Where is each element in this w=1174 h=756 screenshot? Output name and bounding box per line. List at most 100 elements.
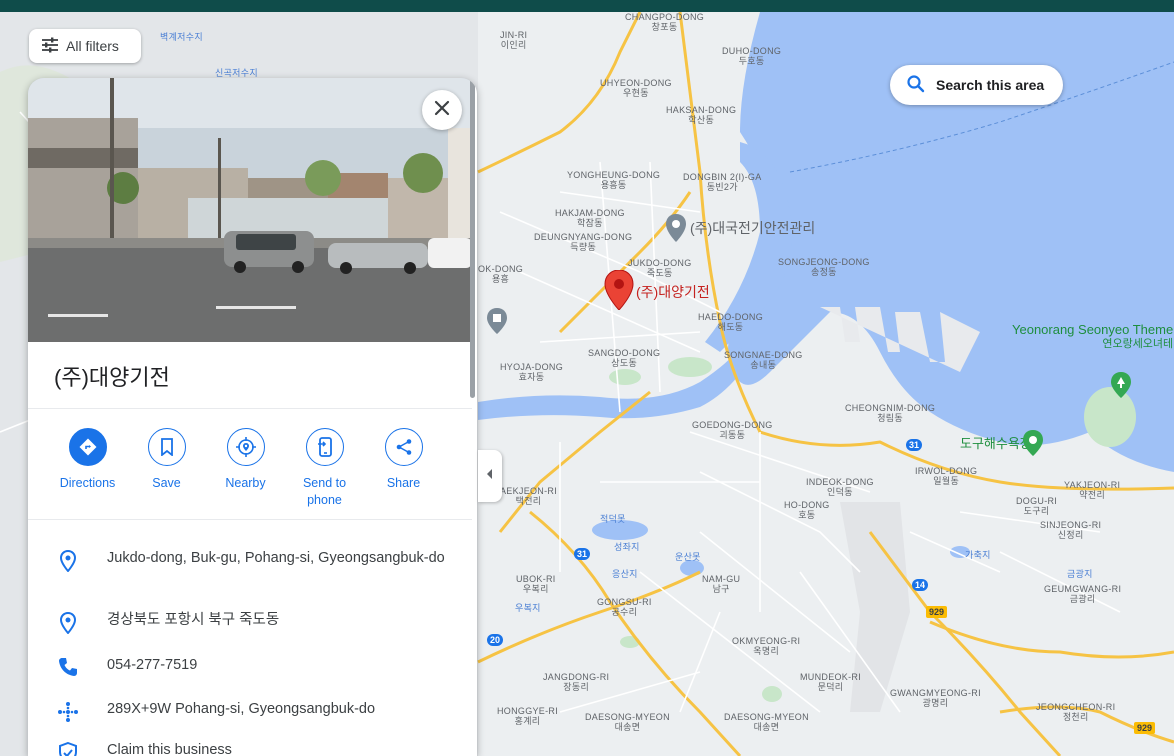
nearby-icon (226, 428, 265, 466)
map-label: 적덕못 (600, 514, 626, 524)
share-button[interactable]: Share (364, 428, 443, 509)
map-label: UHYEON-DONG 우현동 (600, 78, 672, 98)
map-label: CHANGPO-DONG 창포동 (625, 12, 705, 32)
map-label: HAKSAN-DONG 학산동 (666, 105, 737, 125)
send-to-phone-label: Send to phone (302, 476, 347, 507)
map-label: YONGHEUNG-DONG 용흥동 (567, 170, 661, 190)
panel-scrollbar[interactable] (470, 78, 475, 398)
search-icon (906, 74, 926, 97)
map-label: DOGU-RI 도구리 (1016, 496, 1058, 516)
search-this-area-label: Search this area (936, 77, 1045, 93)
map-label: 우복지 (515, 603, 541, 613)
close-icon (434, 100, 450, 121)
map-label: HAKJAM-DONG 학잠동 (555, 208, 625, 228)
send-to-phone-icon (305, 428, 344, 466)
map-label: DUHO-DONG 두호동 (722, 46, 782, 66)
map-label: HAEDO-DONG 해도동 (698, 312, 764, 332)
phone-text: 054-277-7519 (107, 657, 198, 673)
divider (28, 519, 472, 520)
place-street-view-photo[interactable] (28, 78, 472, 342)
map-label: SONGNAE-DONG 송내동 (724, 350, 803, 370)
road-shield: 929 (926, 606, 948, 618)
road-shield: 31 (906, 439, 923, 451)
claim-business-text: Claim this business (107, 742, 232, 756)
all-filters-button[interactable]: All filters (29, 29, 141, 63)
map-label: 신곡저수지 (215, 68, 258, 78)
address-local-row[interactable]: 경상북도 포항시 북구 죽도동 (28, 610, 472, 634)
tune-icon (41, 37, 59, 56)
map-label: AEKJEON-RI 택전리 (500, 486, 558, 506)
address-local-text: 경상북도 포항시 북구 죽도동 (107, 612, 280, 628)
map-label: 운산못 (675, 552, 701, 562)
map-label: DAESONG-MYEON 대송면 (585, 712, 670, 732)
close-button[interactable] (422, 90, 462, 130)
map-label: 성좌지 (614, 542, 640, 552)
plus-code-icon (28, 699, 107, 723)
map-label: SANGDO-DONG 상도동 (588, 348, 661, 368)
map-label: OKMYEONG-RI 옥명리 (732, 636, 801, 656)
phone-row[interactable]: 054-277-7519 (28, 655, 472, 677)
map-label: SINJEONG-RI 신정리 (1040, 520, 1102, 540)
map-label: 벽계저수지 (160, 32, 203, 42)
place-title: (주)대양기전 (54, 365, 170, 390)
address-row[interactable]: Jukdo-dong, Buk-gu, Pohang-si, Gyeongsan… (28, 548, 472, 572)
road-shield: 20 (487, 634, 504, 646)
road-shield: 31 (574, 548, 591, 560)
location-pin-icon (28, 610, 107, 634)
map-label: IRWOL-DONG 일월동 (915, 466, 978, 486)
save-button[interactable]: Save (127, 428, 206, 509)
map-label: HO-DONG 호동 (784, 500, 830, 520)
map-label: 금광지 (1067, 569, 1093, 579)
map-label: JANGDONG-RI 장동리 (543, 672, 610, 692)
map-label: JIN-RI 이인리 (500, 30, 528, 50)
phone-icon (28, 655, 107, 677)
map-label: HYOJA-DONG 효자동 (500, 362, 564, 382)
verified-shield-icon (28, 740, 107, 756)
map-label: 응산지 (612, 569, 638, 579)
map-label: DONGBIN 2(I)-GA 동빈2가 (683, 172, 762, 192)
map-label: GOEDONG-DONG 괴동동 (692, 420, 773, 440)
road-shield: 929 (1134, 722, 1156, 734)
search-this-area-button[interactable]: Search this area (890, 65, 1063, 105)
selected-place-label[interactable]: (주)대양기전 (636, 282, 710, 302)
place-details-panel: (주)대양기전 Directions Save Nearby Send to p… (28, 78, 477, 756)
place-label[interactable]: (주)대국전기안전관리 (690, 218, 815, 238)
all-filters-label: All filters (66, 38, 119, 54)
map-label: HONGGYE-RI 홍계리 (497, 706, 559, 726)
top-bar (0, 0, 1174, 12)
map-label: GEUMGWANG-RI 금광리 (1044, 584, 1122, 604)
map-label: SONGJEONG-DONG 송정동 (778, 257, 870, 277)
nearby-button[interactable]: Nearby (206, 428, 285, 509)
chevron-left-icon (486, 467, 494, 485)
map-label: OK-DONG 용흥 (478, 264, 524, 284)
map-label: DAESONG-MYEON 대송면 (724, 712, 809, 732)
divider (28, 408, 472, 409)
map-label: GWANGMYEONG-RI 광명리 (890, 688, 981, 708)
map-label: DEUNGNYANG-DONG 득량동 (534, 232, 633, 252)
directions-button[interactable]: Directions (48, 428, 127, 509)
park-label: Yeonorang Seonyeo Theme Park 연오랑세오녀테마공원 (1012, 322, 1174, 351)
map-label: NAM-GU 남구 (702, 574, 741, 594)
directions-icon (68, 428, 107, 466)
map-label: YAKJEON-RI 약전리 (1064, 480, 1121, 500)
collapse-panel-button[interactable] (478, 450, 502, 502)
map-label: CHEONGNIM-DONG 청림동 (845, 403, 936, 423)
directions-label: Directions (59, 476, 116, 490)
share-icon (384, 428, 423, 466)
location-pin-icon (28, 548, 107, 572)
save-label: Save (152, 476, 181, 490)
plus-code-text: 289X+9W Pohang-si, Gyeongsangbuk-do (107, 701, 376, 717)
beach-label: 도구해수욕장 (960, 436, 1032, 451)
plus-code-row[interactable]: 289X+9W Pohang-si, Gyeongsangbuk-do (28, 699, 472, 723)
map-label: JEONGCHEON-RI 정천리 (1036, 702, 1116, 722)
nearby-label: Nearby (225, 476, 266, 490)
road-shield: 14 (912, 579, 929, 591)
map-label: 가축지 (965, 550, 991, 560)
map-label: MUNDEOK-RI 문덕리 (800, 672, 861, 692)
send-to-phone-button[interactable]: Send to phone (285, 428, 364, 509)
bookmark-icon (147, 428, 186, 466)
share-label: Share (386, 476, 421, 490)
claim-business-row[interactable]: Claim this business (28, 740, 472, 756)
map-label: UBOK-RI 우복리 (516, 574, 556, 594)
address-text: Jukdo-dong, Buk-gu, Pohang-si, Gyeongsan… (107, 550, 445, 566)
